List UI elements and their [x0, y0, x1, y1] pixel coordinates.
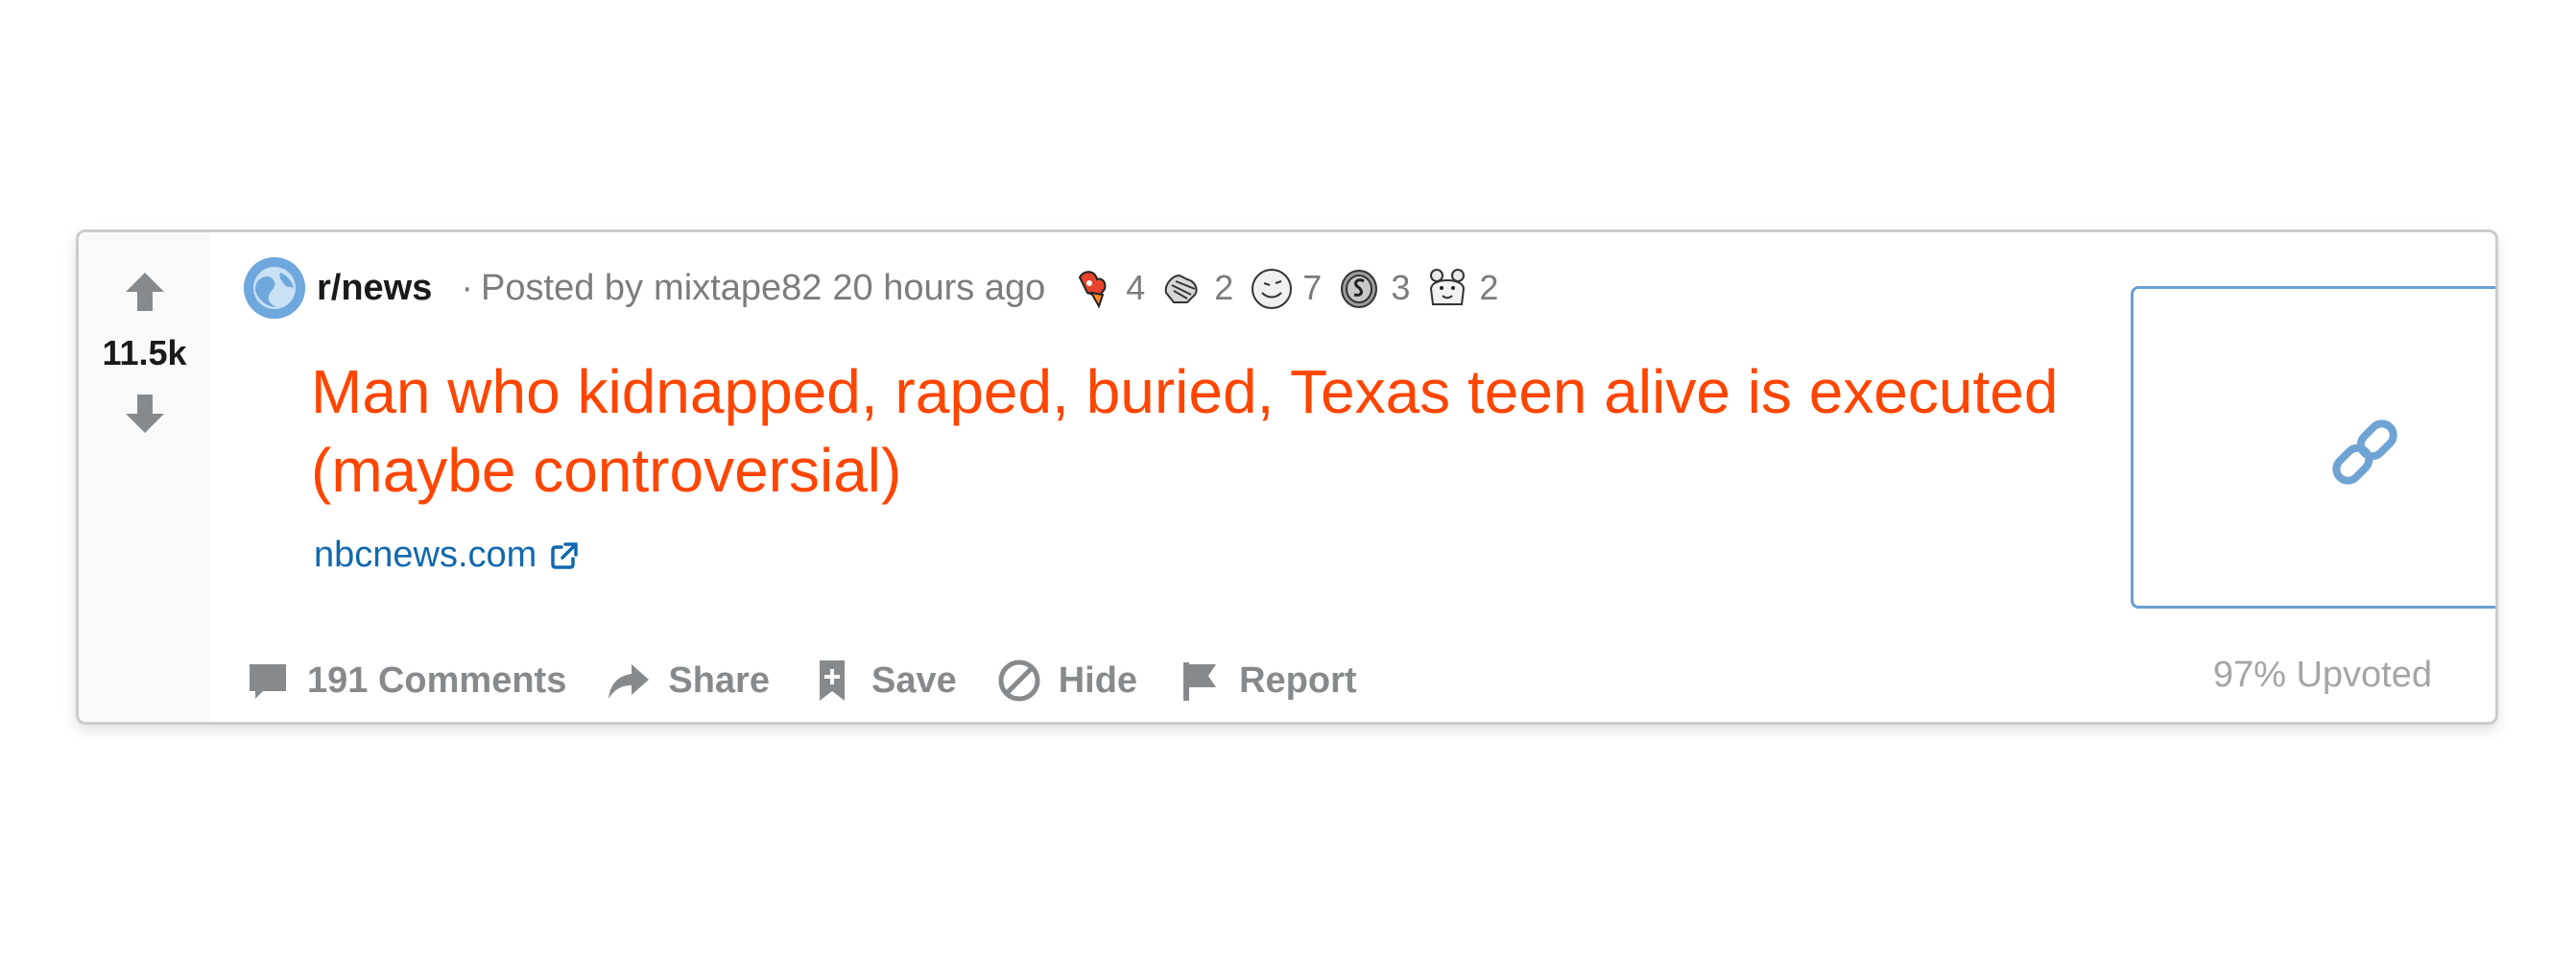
hide-button[interactable]: Hide	[995, 657, 1137, 705]
post-time: 20 hours ago	[832, 267, 1046, 308]
post-actions: 191 Comments Share Save Hide Report	[244, 649, 1395, 712]
post-card[interactable]: 11.5k r/news · Posted by mixtape82 20 ho…	[76, 229, 2498, 725]
downvote-arrow-icon[interactable]	[120, 389, 170, 439]
share-button[interactable]: Share	[605, 657, 770, 705]
upvote-arrow-icon[interactable]	[120, 267, 170, 317]
award-item[interactable]: 2	[1423, 264, 1498, 312]
comments-label: Comments	[377, 659, 567, 701]
hide-label: Hide	[1058, 659, 1138, 701]
link-icon	[2332, 419, 2397, 485]
report-label: Report	[1239, 659, 1357, 701]
award-count: 3	[1391, 268, 1411, 307]
domain-text: nbcnews.com	[314, 535, 537, 575]
meta-separator: ·	[461, 267, 474, 308]
save-button[interactable]: Save	[808, 657, 957, 705]
bear-award-icon	[1430, 269, 1466, 305]
post-content: r/news · Posted by mixtape82 20 hours ag…	[210, 232, 2495, 722]
vote-count: 11.5k	[102, 333, 187, 372]
comment-icon	[250, 664, 286, 699]
hide-icon	[998, 659, 1040, 702]
author-link[interactable]: mixtape82	[654, 268, 822, 309]
upvote-ratio: 97% Upvoted	[2212, 655, 2432, 695]
face-award-icon	[1252, 269, 1293, 309]
external-link-icon	[551, 541, 579, 569]
vote-column: 11.5k	[79, 232, 210, 722]
award-item[interactable]: 4	[1070, 264, 1145, 312]
award-item[interactable]: 7	[1247, 264, 1322, 312]
comments-button[interactable]: 191 Comments	[244, 657, 566, 705]
posted-by-label: Posted by	[481, 267, 644, 308]
flag-icon	[1183, 662, 1217, 701]
award-count: 4	[1126, 268, 1146, 307]
award-count: 2	[1479, 268, 1499, 307]
share-label: Share	[668, 659, 770, 701]
link-thumbnail[interactable]	[2131, 286, 2495, 609]
share-arrow-icon	[608, 664, 650, 699]
silver-coin-award-icon	[1341, 270, 1378, 308]
post-meta: r/news · Posted by mixtape82 20 hours ag…	[244, 256, 1512, 320]
award-item[interactable]: 3	[1335, 264, 1410, 312]
rocket-like-award-icon	[1079, 271, 1107, 309]
hands-award-icon	[1164, 274, 1198, 303]
save-label: Save	[871, 659, 957, 701]
subreddit-name[interactable]: r/news	[317, 268, 432, 309]
post-title[interactable]: Man who kidnapped, raped, buried, Texas …	[311, 352, 2154, 510]
award-count: 2	[1214, 268, 1234, 307]
award-count: 7	[1302, 268, 1323, 307]
subreddit-globe-icon[interactable]	[244, 257, 305, 319]
bookmark-icon	[819, 660, 845, 701]
report-button[interactable]: Report	[1176, 657, 1357, 705]
comments-count: 191	[307, 659, 369, 701]
award-item[interactable]: 2	[1158, 264, 1233, 312]
domain-link[interactable]: nbcnews.com	[314, 535, 581, 576]
